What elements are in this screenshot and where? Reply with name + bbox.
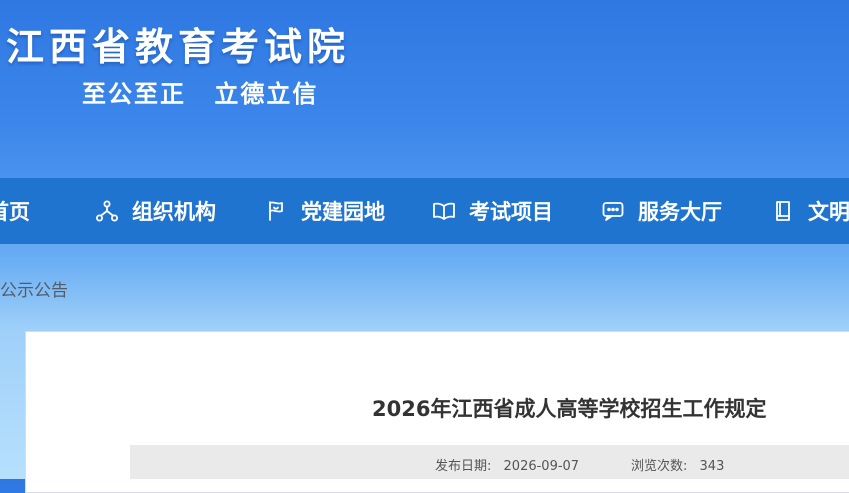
book-icon <box>770 198 796 224</box>
breadcrumb-link[interactable]: 公示公告 <box>0 281 68 301</box>
nav-item-civilization[interactable]: 文明 <box>770 178 849 244</box>
publish-date-value: 2026-09-07 <box>503 459 580 474</box>
nav-item-label: 组织机构 <box>132 200 216 224</box>
nav-item-home[interactable]: 首页 <box>0 178 30 244</box>
party-flag-icon <box>263 198 289 224</box>
site-title[interactable]: 江西省教育考试院 <box>6 16 350 71</box>
nav-item-label: 考试项目 <box>469 200 553 224</box>
chat-icon <box>600 198 626 224</box>
publish-date-label: 发布日期: <box>435 459 492 474</box>
main-navigation: 首页 组织机构 党建园地 考试项目 服务大厅 文明 <box>0 178 849 244</box>
nav-item-label: 服务大厅 <box>638 200 722 224</box>
org-chart-icon <box>94 198 120 224</box>
nav-item-service-hall[interactable]: 服务大厅 <box>600 178 722 244</box>
breadcrumb: 公示公告 <box>0 276 68 301</box>
article-title: 2026年江西省成人高等学校招生工作规定 <box>372 397 767 421</box>
open-book-icon <box>431 198 457 224</box>
site-header: 江西省教育考试院 至公至正 立德立信 <box>0 0 849 178</box>
view-count: 浏览次数: 343 <box>631 455 724 474</box>
site-slogan: 至公至正 立德立信 <box>82 80 319 108</box>
view-count-value: 343 <box>699 459 725 474</box>
nav-item-exam-projects[interactable]: 考试项目 <box>431 178 553 244</box>
nav-item-organization[interactable]: 组织机构 <box>94 178 216 244</box>
view-count-label: 浏览次数: <box>631 459 688 474</box>
nav-item-party-building[interactable]: 党建园地 <box>263 178 385 244</box>
publish-date: 发布日期: 2026-09-07 <box>435 455 579 474</box>
nav-item-label: 首页 <box>0 200 30 224</box>
nav-item-label: 党建园地 <box>301 200 385 224</box>
nav-item-label: 文明 <box>808 200 849 224</box>
